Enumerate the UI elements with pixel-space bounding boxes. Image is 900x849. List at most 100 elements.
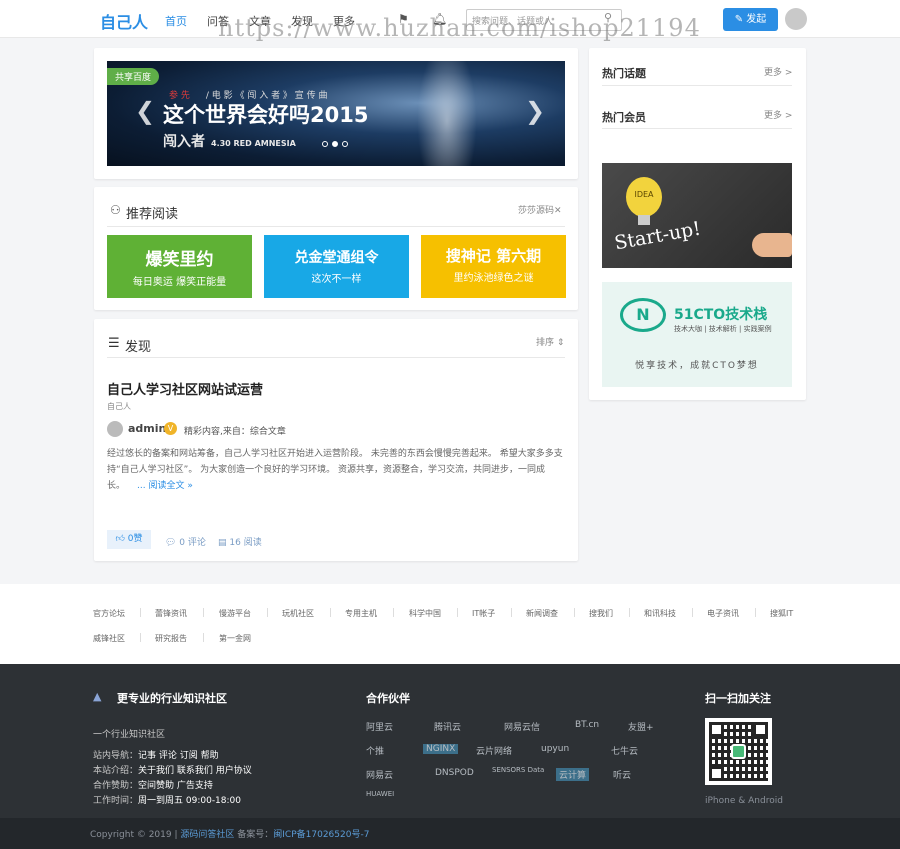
- partner-logo[interactable]: 听云: [613, 768, 631, 781]
- banner-light: [417, 61, 477, 166]
- footer-slogan: 更专业的行业知识社区: [117, 692, 227, 705]
- ad-brand: 51CTO技术栈: [674, 307, 768, 323]
- qr-code-image: [705, 718, 772, 785]
- hot-topics-more[interactable]: 更多 >: [764, 65, 792, 78]
- partner-logo[interactable]: 七牛云: [611, 744, 638, 757]
- partner-logo[interactable]: 网易云信: [504, 720, 540, 733]
- ad-startup-text: Start-up!: [612, 217, 703, 255]
- recommend-tile-3[interactable]: 搜神记 第六期 里约泳池绿色之谜: [421, 235, 566, 298]
- friend-link[interactable]: 玩机社区: [282, 608, 314, 619]
- partner-logo[interactable]: 网易云: [366, 768, 393, 781]
- divider: [107, 226, 565, 227]
- friend-link[interactable]: 慢游平台: [219, 608, 251, 619]
- article-category: 精彩内容,来自：综合文章: [184, 427, 286, 437]
- people-icon: ⚇: [110, 203, 121, 217]
- footer-coop: 合作赞助：空间赞助 广告支持: [93, 781, 213, 791]
- friend-link[interactable]: 第一金网: [219, 633, 251, 644]
- close-icon: ✕: [554, 206, 562, 216]
- partner-logo[interactable]: 腾讯云: [434, 720, 461, 733]
- like-button[interactable]: 👍︎ 0赞: [107, 530, 151, 549]
- friend-link[interactable]: 威锋社区: [93, 633, 125, 644]
- author-avatar[interactable]: [107, 421, 123, 437]
- discover-card: [94, 319, 578, 561]
- qr-title: 扫一扫加关注: [705, 692, 771, 705]
- copyright-link[interactable]: 源码问答社区: [180, 830, 234, 840]
- banner-carousel[interactable]: 共享百度 参 先 / 电 影 《 闯 入 者 》 宣 传 曲 这个世界会好吗201…: [107, 61, 565, 166]
- carousel-dot-active[interactable]: [332, 141, 338, 147]
- partner-logo[interactable]: upyun: [541, 744, 569, 754]
- hot-members-more[interactable]: 更多 >: [764, 108, 792, 121]
- article-author[interactable]: 自己人: [107, 401, 131, 412]
- partner-logo[interactable]: 个推: [366, 744, 384, 757]
- friend-link[interactable]: 搜我们: [589, 608, 613, 619]
- friend-link[interactable]: 新闻调查: [526, 608, 558, 619]
- footer-hours: 工作时间：周一到周五 09:00-18:00: [93, 796, 241, 806]
- lightbulb-base: [638, 215, 650, 225]
- triangle-logo-icon: ▲: [93, 690, 102, 703]
- partner-logo[interactable]: SENSORS Data: [492, 766, 544, 774]
- banner-tag: 共享百度: [107, 68, 160, 85]
- footer-site-intro: 本站介绍：关于我们 联系我们 用户协议: [93, 766, 252, 776]
- partner-logo[interactable]: 云片网络: [476, 744, 512, 757]
- next-arrow-icon[interactable]: ❯: [525, 97, 545, 125]
- nav-home[interactable]: 首页: [165, 13, 187, 29]
- read-more-link[interactable]: ... 阅读全文 »: [137, 481, 193, 491]
- qr-caption: iPhone & Android: [705, 796, 783, 806]
- friend-link[interactable]: 研究报告: [155, 633, 187, 644]
- partner-logo[interactable]: BT.cn: [575, 720, 599, 730]
- friend-link[interactable]: 和讯科技: [644, 608, 676, 619]
- edit-icon: ✎: [734, 14, 747, 25]
- partner-logo[interactable]: 友盟+: [628, 720, 654, 733]
- friend-link[interactable]: 蕾锋资讯: [155, 608, 187, 619]
- site-logo[interactable]: 自己人: [100, 9, 148, 33]
- divider: [107, 357, 565, 358]
- prev-arrow-icon[interactable]: ❮: [135, 97, 155, 125]
- friend-link[interactable]: IT帐子: [472, 608, 495, 619]
- partners-title: 合作伙伴: [366, 692, 410, 705]
- friend-link[interactable]: 电子资讯: [707, 608, 739, 619]
- partner-logo[interactable]: NGINX: [423, 744, 459, 754]
- post-button[interactable]: ✎ 发起: [723, 8, 778, 31]
- article-excerpt: 经过悠长的备案和网站筹备，自己人学习社区开始进入运营阶段。 未完善的东西会慢慢完…: [107, 449, 563, 491]
- post-button-label: 发起: [746, 14, 767, 25]
- friend-link[interactable]: 科学中国: [409, 608, 441, 619]
- partner-logo[interactable]: 阿里云: [366, 720, 393, 733]
- user-avatar[interactable]: [785, 8, 807, 30]
- banner-title: 这个世界会好吗2015: [163, 103, 369, 127]
- footer-site-nav: 站内导航：记事 评论 订阅 帮助: [93, 751, 219, 761]
- icp-link[interactable]: 闽ICP备17026520号-7: [273, 830, 369, 840]
- recommend-title: 推荐阅读: [126, 207, 179, 222]
- partner-logo[interactable]: DNSPOD: [435, 768, 474, 778]
- hand-image: [752, 233, 792, 257]
- 51cto-ad-banner[interactable]: N 51CTO技术栈 技术大咖 | 技术解析 | 实践案例 悦享技术，成就CTO…: [602, 282, 792, 387]
- friend-link[interactable]: 官方论坛: [93, 608, 125, 619]
- tile-title: 爆笑里约: [145, 250, 214, 270]
- watermark: https://www.huzhan.com/ishop21194: [218, 14, 701, 42]
- recommend-tile-1[interactable]: 爆笑里约 每日奥运 爆笑正能量: [107, 235, 252, 298]
- partner-logo[interactable]: 云计算: [556, 768, 590, 781]
- lightbulb-icon: IDEA: [626, 177, 662, 217]
- article-title[interactable]: 自己人学习社区网站试运营: [107, 379, 263, 398]
- sort-button[interactable]: 排序 ⇕: [536, 335, 564, 348]
- wechat-icon: [731, 744, 746, 759]
- carousel-dot[interactable]: [322, 141, 328, 147]
- friend-link[interactable]: 搜狐IT: [770, 608, 793, 619]
- banner-logo: 闯入者 4.30 RED AMNESIA: [163, 134, 296, 150]
- ad-tags: 技术大咖 | 技术解析 | 实践案例: [674, 325, 772, 333]
- startup-ad-banner[interactable]: IDEA Start-up!: [602, 163, 792, 268]
- partner-logo[interactable]: HUAWEI: [366, 790, 394, 798]
- tile-subtitle: 每日奥运 爆笑正能量: [132, 277, 227, 288]
- footer-desc: 一个行业知识社区: [93, 730, 166, 740]
- copyright: Copyright © 2019 | 源码问答社区 备案号：闽ICP备17026…: [90, 830, 370, 840]
- comments-link[interactable]: 💬︎ 0 评论: [165, 535, 206, 548]
- tile-title: 兑金堂通组令: [294, 250, 379, 266]
- friend-link[interactable]: 专用主机: [345, 608, 377, 619]
- tile-subtitle: 里约泳池绿色之谜: [453, 273, 534, 284]
- discover-title: 发现: [125, 340, 152, 355]
- recommend-tile-2[interactable]: 兑金堂通组令 这次不一样: [264, 235, 409, 298]
- recommend-action[interactable]: 莎莎源码✕: [518, 203, 562, 216]
- carousel-dot[interactable]: [342, 141, 348, 147]
- author-name[interactable]: admin: [128, 422, 166, 435]
- tile-subtitle: 这次不一样: [311, 274, 362, 285]
- divider: [602, 128, 792, 129]
